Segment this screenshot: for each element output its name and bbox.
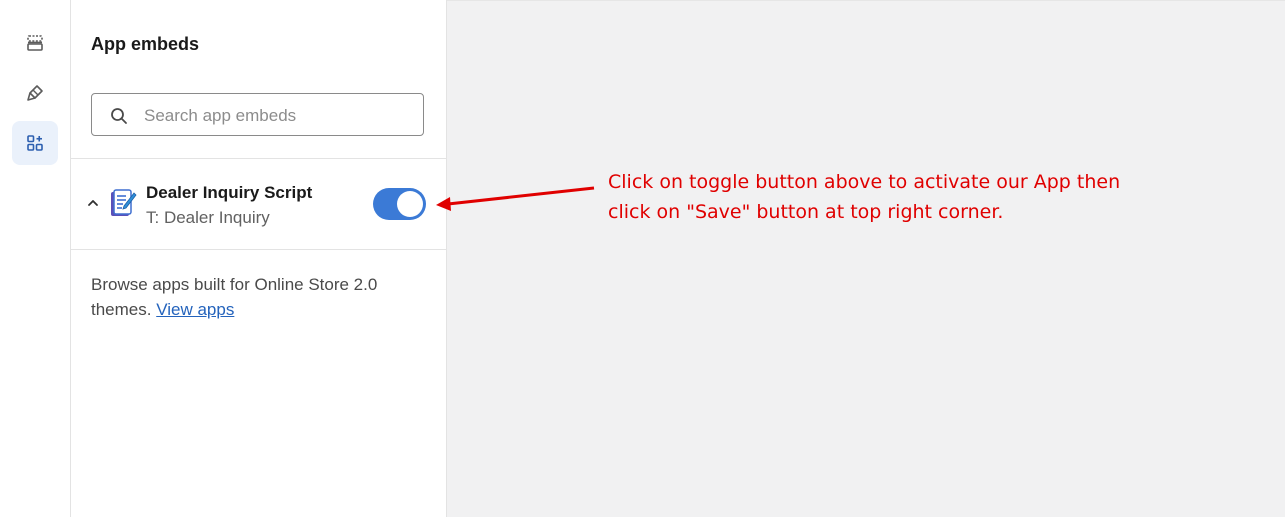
search-field[interactable]	[91, 93, 424, 137]
theme-settings-brush-icon	[27, 85, 43, 101]
view-apps-link[interactable]: View apps	[156, 300, 234, 319]
toggle-knob	[397, 191, 423, 217]
rail-sections-button[interactable]	[12, 21, 58, 65]
search-input[interactable]	[142, 94, 416, 137]
search-icon	[111, 108, 127, 124]
app-embed-toggle[interactable]	[373, 188, 426, 220]
annotation-line-1: Click on toggle button above to activate…	[608, 171, 1121, 193]
annotation-line-2: click on "Save" button at top right corn…	[608, 201, 1004, 223]
app-embeds-icon	[27, 135, 43, 151]
chevron-up-icon[interactable]	[86, 196, 100, 210]
app-document-pen-icon	[111, 189, 137, 216]
browse-apps-text: Browse apps built for Online Store 2.0 t…	[91, 272, 411, 322]
app-embed-row[interactable]: Dealer Inquiry Script T: Dealer Inquiry	[71, 159, 446, 249]
sections-icon	[27, 35, 43, 51]
app-embed-subtitle: T: Dealer Inquiry	[146, 208, 270, 227]
divider	[71, 249, 446, 250]
annotation-text: Click on toggle button above to activate…	[608, 167, 1208, 227]
annotation-arrow	[436, 186, 595, 211]
canvas-top-border	[447, 0, 1285, 1]
app-embed-name: Dealer Inquiry Script	[146, 183, 313, 202]
app-embeds-panel: App embeds Dealer Inquiry Script T: Deal…	[71, 0, 447, 517]
editor-sidebar-rail	[0, 0, 71, 517]
rail-app-embeds-button[interactable]	[12, 121, 58, 165]
panel-title: App embeds	[91, 34, 200, 54]
rail-theme-settings-button[interactable]	[12, 71, 58, 115]
